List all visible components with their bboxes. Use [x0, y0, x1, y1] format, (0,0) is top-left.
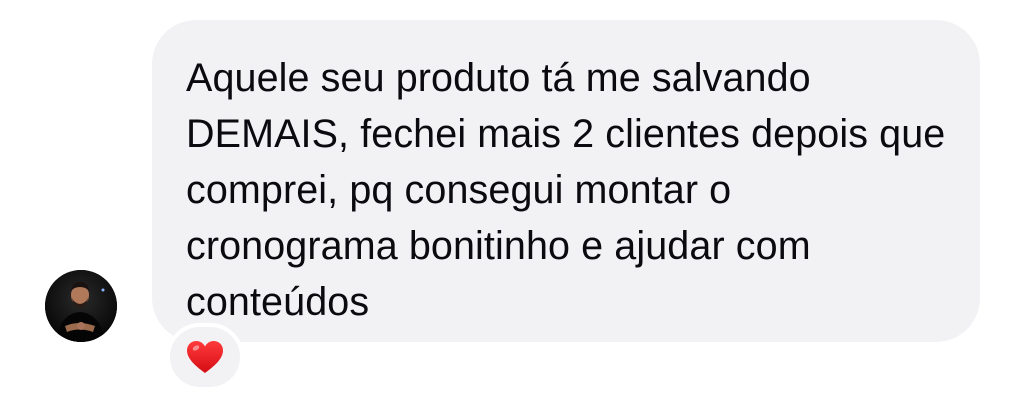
reaction-badge[interactable]: [166, 323, 244, 391]
message-text: Aquele seu produto tá me salvando DEMAIS…: [186, 56, 946, 324]
message-bubble[interactable]: Aquele seu produto tá me salvando DEMAIS…: [152, 20, 980, 342]
heart-icon: [187, 341, 223, 373]
person-avatar-icon: [45, 270, 117, 342]
sender-avatar[interactable]: [45, 270, 117, 342]
